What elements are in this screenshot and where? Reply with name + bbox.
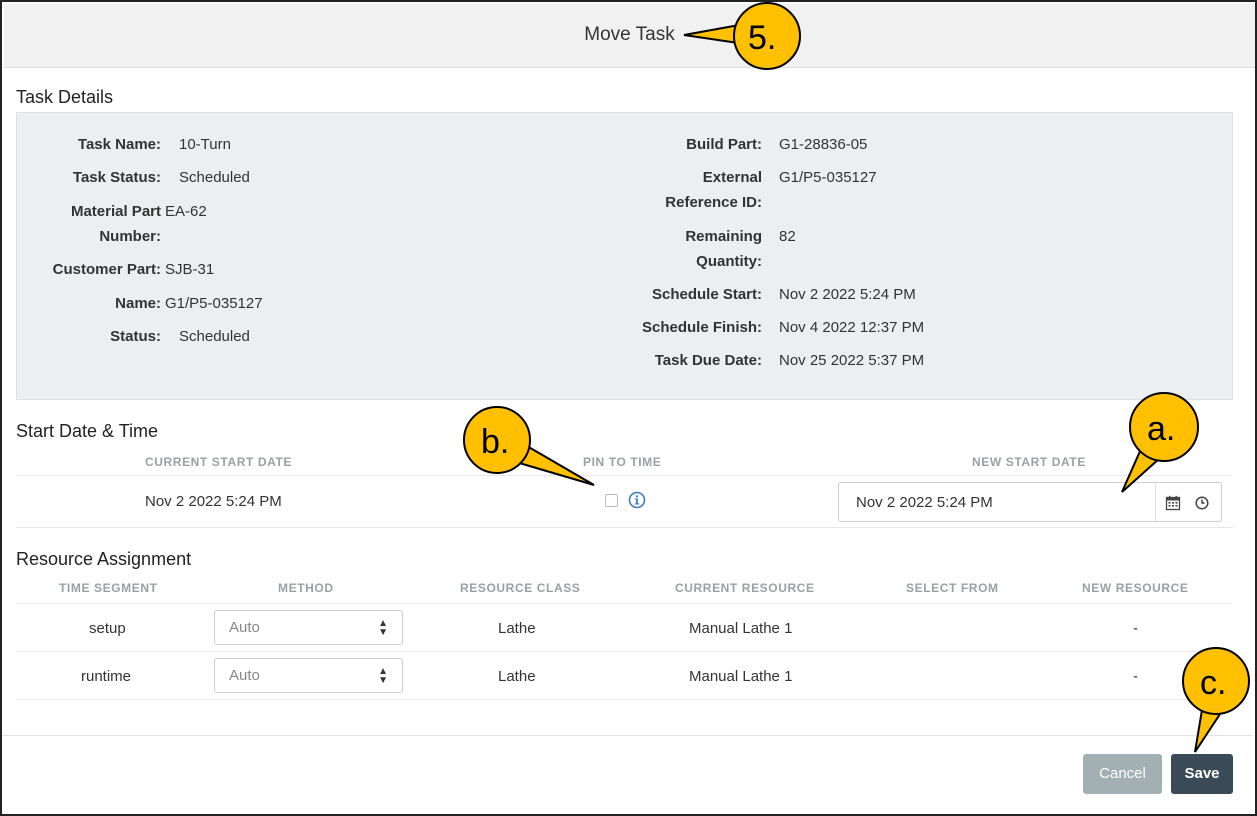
resource-assignment-title: Resource Assignment (16, 549, 192, 569)
new-start-date-input[interactable]: Nov 2 2022 5:24 PM (838, 482, 1222, 522)
detail-value: Nov 4 2022 12:37 PM (779, 319, 925, 336)
segment-runtime: runtime (81, 668, 132, 685)
detail-label: Task Due Date: (654, 352, 762, 369)
info-icon[interactable] (628, 491, 646, 509)
method-select-value: Auto (229, 667, 260, 684)
detail-label: External (702, 169, 762, 186)
detail-label: Customer Part: (52, 261, 161, 278)
detail-row-remaining-qty: Remaining Quantity: 82 (617, 224, 1217, 274)
current-start-date: Nov 2 2022 5:24 PM (145, 493, 282, 510)
detail-label: Schedule Start: (651, 286, 762, 303)
col-head-current-start: CURRENT START DATE (145, 455, 293, 469)
detail-label: Quantity: (696, 253, 762, 270)
resource-class-runtime: Lathe (498, 668, 536, 685)
col-head-current-resource: CURRENT RESOURCE (675, 581, 815, 595)
select-caret-icon: ▲ ▼ (378, 666, 388, 686)
dialog-title: Move Task (584, 24, 675, 45)
divider (16, 527, 1233, 528)
current-resource-runtime: Manual Lathe 1 (689, 668, 793, 685)
calendar-icon[interactable] (1165, 495, 1181, 511)
detail-value: G1/P5-035127 (165, 295, 263, 312)
detail-value: Scheduled (179, 328, 250, 345)
task-details-panel: Task Name: 10-Turn Task Status: Schedule… (16, 112, 1233, 400)
detail-row-material-part: Material Part Number: EA-62 (17, 199, 617, 249)
detail-label: Task Status: (72, 169, 161, 186)
detail-value: G1-28836-05 (779, 136, 868, 153)
method-select-runtime[interactable]: Auto ▲ ▼ (214, 658, 403, 693)
resource-class-setup: Lathe (498, 620, 536, 637)
detail-value: G1/P5-035127 (779, 169, 877, 186)
col-head-select-from: SELECT FROM (906, 581, 999, 595)
task-details-title: Task Details (16, 87, 114, 107)
col-head-resource-class: RESOURCE CLASS (460, 581, 581, 595)
new-resource-setup: - (1133, 620, 1138, 637)
detail-value: Scheduled (179, 169, 250, 186)
detail-label: Number: (99, 228, 161, 245)
detail-value: 10-Turn (179, 136, 231, 153)
select-caret-icon: ▲ ▼ (378, 618, 388, 638)
col-head-new-resource: NEW RESOURCE (1082, 581, 1189, 595)
dialog-header: Move Task (4, 4, 1255, 68)
detail-value: Nov 25 2022 5:37 PM (779, 352, 925, 369)
detail-value: Nov 2 2022 5:24 PM (779, 286, 916, 303)
detail-label: Reference ID: (665, 194, 762, 211)
pin-to-time-checkbox[interactable] (605, 494, 618, 507)
method-select-value: Auto (229, 619, 260, 636)
start-date-title: Start Date & Time (16, 421, 159, 441)
save-button[interactable]: Save (1171, 754, 1233, 794)
divider (16, 475, 1233, 476)
new-start-date-value: Nov 2 2022 5:24 PM (856, 494, 993, 511)
detail-value: EA-62 (165, 203, 207, 220)
detail-label: Name: (115, 295, 161, 312)
divider (16, 603, 1233, 604)
method-select-setup[interactable]: Auto ▲ ▼ (214, 610, 403, 645)
detail-label: Build Part: (686, 136, 762, 153)
new-resource-runtime: - (1133, 668, 1138, 685)
detail-label: Remaining (685, 228, 762, 245)
detail-row-external-ref: External Reference ID: G1/P5-035127 (617, 165, 1217, 215)
detail-value: SJB-31 (165, 261, 215, 278)
col-head-method: METHOD (278, 581, 334, 595)
detail-label: Material Part (70, 203, 161, 220)
detail-value: 82 (779, 228, 796, 245)
current-resource-setup: Manual Lathe 1 (689, 620, 793, 637)
detail-label: Status: (110, 328, 161, 345)
divider (16, 651, 1233, 652)
cancel-button[interactable]: Cancel (1083, 754, 1162, 794)
footer-divider (2, 735, 1253, 736)
divider (16, 699, 1233, 700)
detail-label: Task Name: (77, 136, 161, 153)
detail-label: Schedule Finish: (641, 319, 762, 336)
clock-icon[interactable] (1195, 496, 1209, 510)
segment-setup: setup (89, 620, 126, 637)
input-separator (1155, 483, 1156, 521)
col-head-new-start: NEW START DATE (972, 455, 1086, 469)
col-head-time-segment: TIME SEGMENT (59, 581, 158, 595)
col-head-pin-to-time: PIN TO TIME (583, 455, 662, 469)
